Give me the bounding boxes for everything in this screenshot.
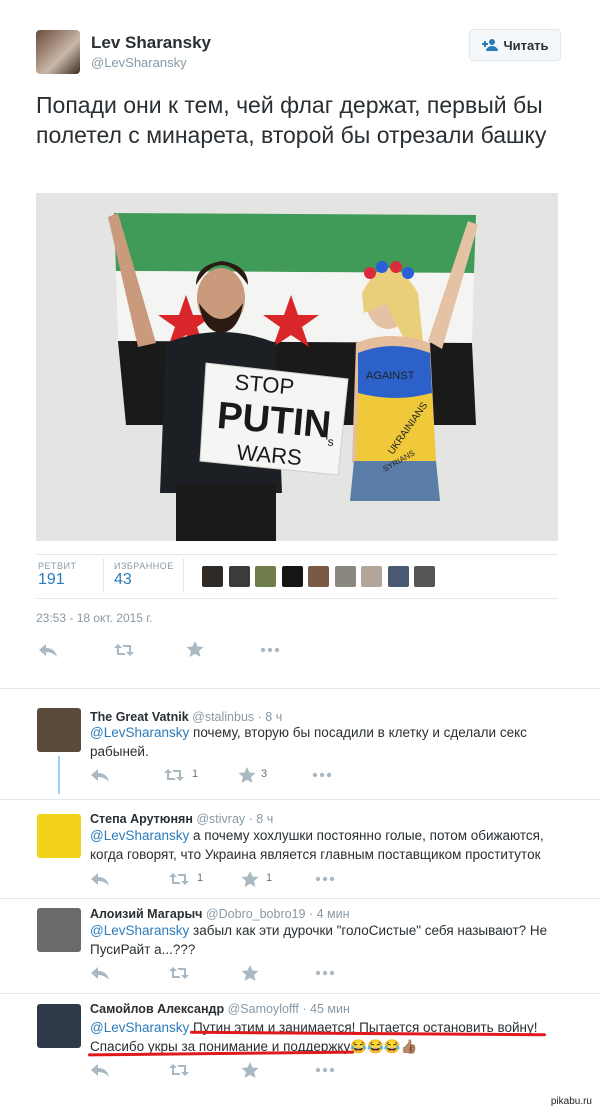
- favorites-count: 43: [114, 571, 132, 588]
- photo-illustration: STOP PUTIN 's WARS AGAINST UKRAINIANS SY…: [36, 193, 558, 541]
- reply-mention[interactable]: @LevSharansky: [90, 923, 189, 938]
- favorite-icon[interactable]: [185, 641, 205, 657]
- favorited-by-avatar[interactable]: [255, 566, 276, 587]
- reply-author-handle[interactable]: @stivray: [196, 812, 245, 826]
- follow-label: Читать: [503, 37, 549, 53]
- reply-avatar[interactable]: [37, 1004, 81, 1048]
- sign-word-s: 's: [325, 434, 334, 449]
- favorited-by-avatar[interactable]: [387, 566, 409, 587]
- more-icon[interactable]: [312, 767, 332, 783]
- reply-author-name[interactable]: The Great Vatnik: [90, 710, 189, 724]
- reply-icon[interactable]: [38, 642, 58, 658]
- sign-word-stop: STOP: [234, 369, 295, 399]
- favorite-icon[interactable]: [237, 767, 257, 783]
- add-user-icon: [482, 39, 499, 51]
- reply-mention[interactable]: @LevSharansky: [90, 1020, 189, 1035]
- reply-header: Самойлов Александр @Samoylofff · 45 мин: [90, 1002, 350, 1016]
- favorited-by-avatar[interactable]: [202, 566, 223, 587]
- retweet-count: 1: [197, 872, 204, 884]
- retweet-icon[interactable]: [169, 871, 189, 887]
- reply-tweet: The Great Vatnik @stalinbus · 8 ч @LevSh…: [0, 700, 600, 798]
- author-handle[interactable]: @LevSharansky: [91, 55, 187, 70]
- more-icon[interactable]: [315, 871, 335, 887]
- retweet-icon[interactable]: [169, 965, 189, 981]
- reply-divider: [0, 898, 600, 899]
- reply-text: @LevSharansky а почему хохлушки постоянн…: [90, 826, 560, 864]
- reply-author-name[interactable]: Самойлов Александр: [90, 1002, 224, 1016]
- reply-icon[interactable]: [90, 965, 110, 981]
- reply-time[interactable]: · 8 ч: [249, 812, 274, 826]
- retweets-label: РЕТВИТ: [38, 561, 77, 571]
- retweets-stat[interactable]: РЕТВИТ 191: [38, 561, 76, 589]
- reply-header: The Great Vatnik @stalinbus · 8 ч: [90, 710, 282, 724]
- reply-icon[interactable]: [90, 767, 110, 783]
- reply-icon[interactable]: [90, 871, 110, 887]
- reply-author-handle[interactable]: @Dobro_bobro19: [206, 907, 306, 921]
- reply-divider: [0, 799, 600, 800]
- favorited-by-avatar[interactable]: [281, 566, 303, 587]
- stats-divider-bottom: [36, 598, 558, 599]
- favorited-by-avatar[interactable]: [308, 566, 329, 587]
- tweet-photo[interactable]: STOP PUTIN 's WARS AGAINST UKRAINIANS SY…: [36, 193, 558, 541]
- watermark: pikabu.ru: [550, 1096, 592, 1107]
- favorite-icon[interactable]: [240, 871, 260, 887]
- reply-avatar[interactable]: [37, 908, 81, 952]
- reply-mention[interactable]: @LevSharansky: [90, 725, 189, 740]
- tweet-text: Попади они к тем, чей флаг держат, первы…: [36, 92, 547, 148]
- reply-author-name[interactable]: Алоизий Магарыч: [90, 907, 202, 921]
- favorited-by-avatar[interactable]: [334, 566, 356, 587]
- favorited-by-avatar[interactable]: [414, 566, 435, 587]
- reply-time[interactable]: · 4 мин: [309, 907, 350, 921]
- reply-actions: 1 3: [90, 767, 390, 783]
- reply-author-handle[interactable]: @stalinbus: [192, 710, 254, 724]
- replies-divider: [0, 688, 600, 689]
- favorites-stat[interactable]: ИЗБРАННОЕ 43: [114, 561, 174, 589]
- stats-separator: [103, 558, 104, 592]
- reply-author-handle[interactable]: @Samoylofff: [228, 1002, 299, 1016]
- retweet-icon[interactable]: [169, 1062, 189, 1078]
- retweet-count: 1: [192, 768, 199, 780]
- reply-author-name[interactable]: Степа Арутюнян: [90, 812, 193, 826]
- favorite-icon[interactable]: [240, 1062, 260, 1078]
- reply-actions: 1 1: [90, 871, 390, 887]
- favorite-count: 1: [266, 872, 273, 884]
- stats-divider-top: [36, 554, 558, 555]
- reply-divider: [0, 993, 600, 994]
- reply-avatar[interactable]: [37, 814, 81, 858]
- reply-time[interactable]: · 8 ч: [258, 710, 283, 724]
- reply-actions: [90, 1062, 390, 1078]
- reply-avatar[interactable]: [37, 708, 81, 752]
- reply-tweet: Алоизий Магарыч @Dobro_bobro19 · 4 мин @…: [0, 903, 600, 989]
- reply-header: Степа Арутюнян @stivray · 8 ч: [90, 812, 273, 826]
- more-icon[interactable]: [315, 965, 335, 981]
- author-name[interactable]: Lev Sharansky: [91, 33, 211, 53]
- bodypaint-against: AGAINST: [366, 370, 415, 382]
- favorited-by-avatar[interactable]: [361, 566, 382, 587]
- reply-tweet: Самойлов Александр @Samoylofff · 45 мин …: [0, 998, 600, 1088]
- thread-line: [58, 756, 60, 794]
- retweet-icon[interactable]: [114, 642, 134, 658]
- reply-text: @LevSharansky забыл как эти дурочки "гол…: [90, 921, 560, 959]
- more-icon[interactable]: [260, 642, 280, 658]
- reply-actions: [90, 965, 390, 981]
- retweets-count: 191: [38, 571, 65, 588]
- reply-icon[interactable]: [90, 1062, 110, 1078]
- favorited-by-avatar[interactable]: [228, 566, 250, 587]
- tweet-timestamp[interactable]: 23:53 - 18 окт. 2015 г.: [36, 611, 153, 625]
- favorite-count: 3: [261, 768, 268, 780]
- retweet-icon[interactable]: [164, 767, 184, 783]
- reply-mention[interactable]: @LevSharansky: [90, 828, 189, 843]
- favorites-label: ИЗБРАННОЕ: [114, 561, 174, 571]
- reply-header: Алоизий Магарыч @Dobro_bobro19 · 4 мин: [90, 907, 350, 921]
- more-icon[interactable]: [315, 1062, 335, 1078]
- reply-text: @LevSharansky почему, вторую бы посадили…: [90, 723, 560, 761]
- reply-tweet: Степа Арутюнян @stivray · 8 ч @LevSharan…: [0, 806, 600, 896]
- stats-separator: [183, 558, 184, 592]
- reply-time[interactable]: · 45 мин: [302, 1002, 350, 1016]
- main-tweet: Lev Sharansky @LevSharansky Читать Попад…: [0, 0, 600, 680]
- favorite-icon[interactable]: [240, 965, 260, 981]
- author-avatar[interactable]: [36, 30, 80, 74]
- follow-button[interactable]: Читать: [469, 29, 561, 61]
